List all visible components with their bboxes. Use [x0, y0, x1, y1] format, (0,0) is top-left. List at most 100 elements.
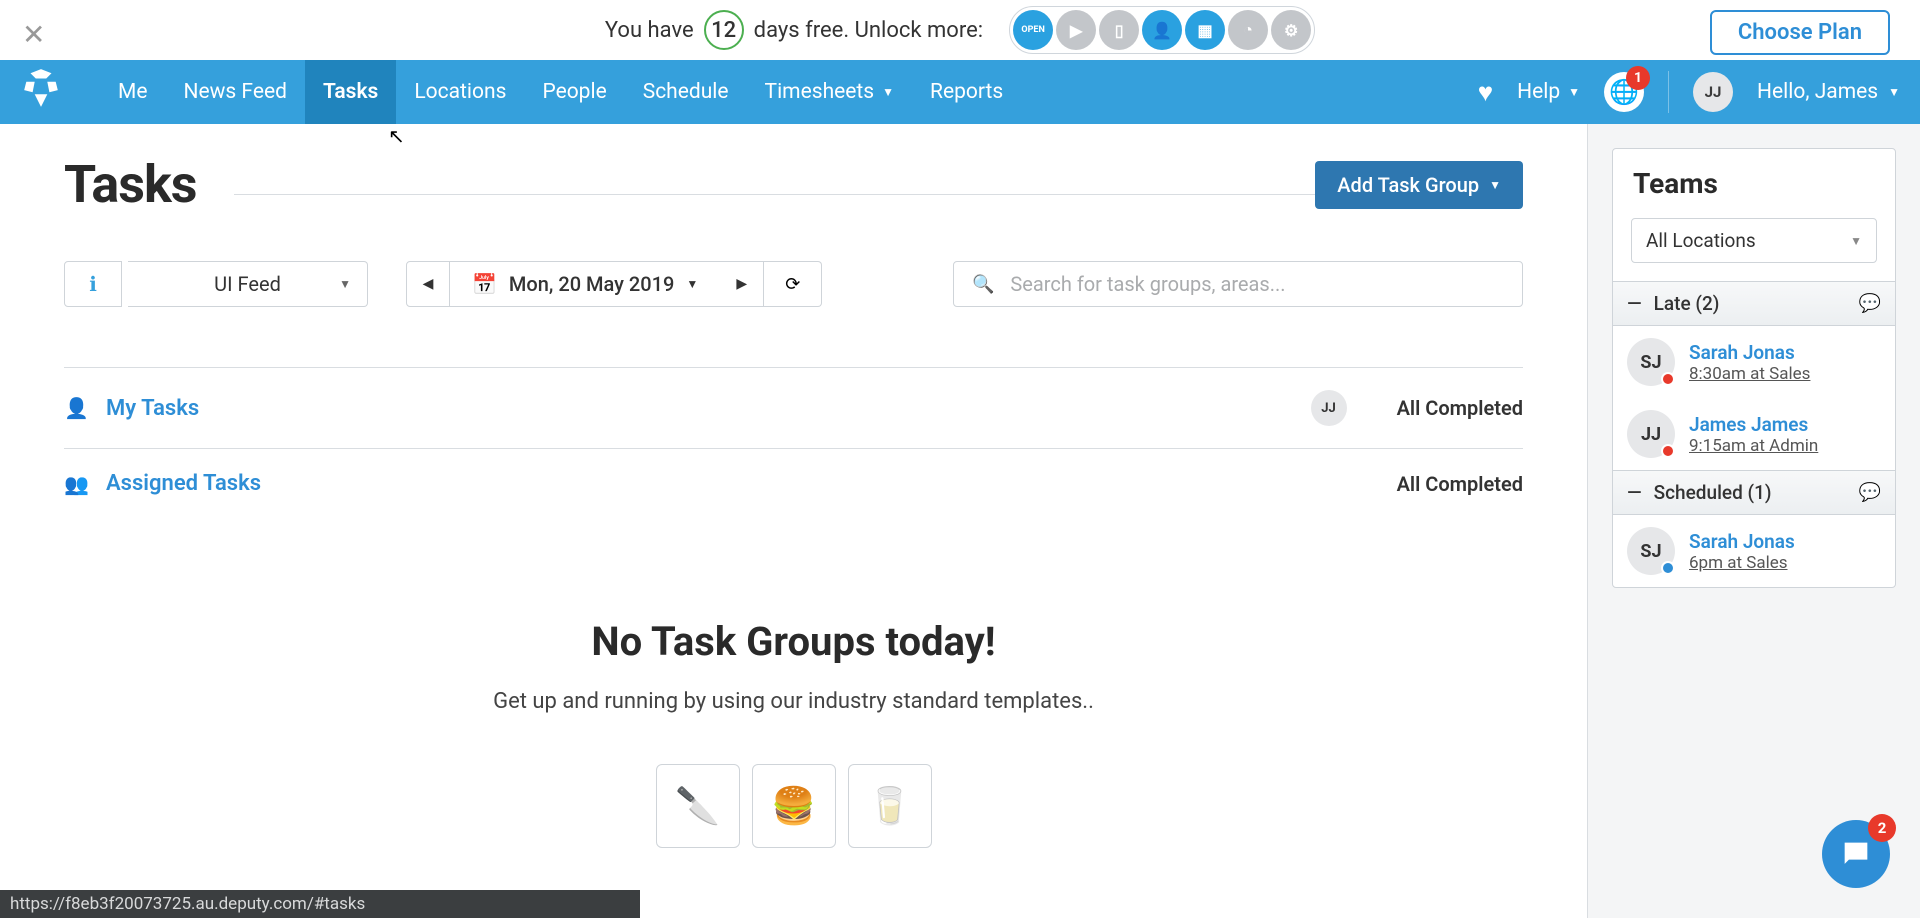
- search-input[interactable]: [1010, 272, 1504, 296]
- nav-news-feed[interactable]: News Feed: [165, 60, 304, 124]
- add-task-group-button[interactable]: Add Task Group▼: [1315, 161, 1523, 209]
- empty-subtitle: Get up and running by using our industry…: [64, 689, 1523, 714]
- template-card[interactable]: 🔪: [656, 764, 740, 848]
- teams-title: Teams: [1613, 149, 1895, 210]
- person-name: Sarah Jonas: [1689, 341, 1810, 364]
- nav-timesheets[interactable]: Timesheets▼: [747, 60, 912, 124]
- template-card[interactable]: 🍔: [752, 764, 836, 848]
- kiosk-icon[interactable]: ▯: [1099, 10, 1139, 50]
- chevron-down-icon: ▼: [1489, 178, 1501, 192]
- browser-status-bar: https://f8eb3f20073725.au.deputy.com/#ta…: [0, 890, 640, 918]
- heart-icon[interactable]: ♥: [1478, 77, 1493, 108]
- status-dot-icon: [1661, 444, 1675, 458]
- page-header: Tasks Add Task Group▼: [64, 154, 1523, 215]
- chevron-down-icon: ▼: [1850, 234, 1862, 248]
- info-icon[interactable]: ℹ: [64, 261, 122, 307]
- nav-right: ♥ Help▼ 🌐 1 JJ Hello, James▼: [1478, 71, 1900, 113]
- nav-items: Me News Feed Tasks Locations People Sche…: [100, 60, 1021, 124]
- help-link[interactable]: Help▼: [1517, 80, 1580, 104]
- main-content: Tasks Add Task Group▼ ℹ UI Feed▼ ◀ 📅 Mon…: [0, 124, 1588, 918]
- task-section-name: Assigned Tasks: [106, 471, 261, 496]
- intercom-button[interactable]: 2: [1822, 820, 1890, 888]
- chevron-down-icon: ▼: [1888, 85, 1900, 99]
- template-cards: 🔪 🍔 🥛: [64, 764, 1523, 848]
- chevron-down-icon: ▼: [686, 277, 698, 291]
- task-section-status: All Completed: [1397, 396, 1523, 420]
- nav-locations[interactable]: Locations: [396, 60, 524, 124]
- gauge-icon[interactable]: ◔: [1228, 10, 1268, 50]
- camera-icon[interactable]: ▶: [1056, 10, 1096, 50]
- close-icon[interactable]: ✕: [22, 18, 45, 51]
- person-schedule[interactable]: 6pm at Sales: [1689, 553, 1795, 573]
- avatar: JJ: [1627, 410, 1675, 458]
- prev-day-button[interactable]: ◀: [406, 261, 450, 307]
- group-scheduled-header[interactable]: — Scheduled (1) 💬: [1613, 470, 1895, 515]
- chat-icon[interactable]: 💬: [1859, 293, 1881, 314]
- divider: [1668, 71, 1669, 113]
- nav-schedule[interactable]: Schedule: [625, 60, 747, 124]
- avatar: SJ: [1627, 527, 1675, 575]
- avatar: SJ: [1627, 338, 1675, 386]
- search-box[interactable]: 🔍: [953, 261, 1523, 307]
- date-picker[interactable]: 📅 Mon, 20 May 2019 ▼: [450, 261, 720, 307]
- intercom-badge: 2: [1868, 814, 1896, 842]
- choose-plan-button[interactable]: Choose Plan: [1710, 10, 1890, 55]
- empty-state: No Task Groups today! Get up and running…: [64, 618, 1523, 848]
- chevron-down-icon: ▼: [1568, 85, 1580, 99]
- nav-reports[interactable]: Reports: [912, 60, 1021, 124]
- user-icon: 👤: [64, 396, 86, 420]
- trial-suffix: days free. Unlock more:: [754, 18, 983, 43]
- team-person[interactable]: JJ James James9:15am at Admin: [1613, 398, 1895, 470]
- chevron-down-icon: ▼: [339, 277, 351, 291]
- nav-tasks[interactable]: Tasks: [305, 60, 396, 124]
- users-icon: 👥: [64, 472, 86, 496]
- empty-title: No Task Groups today!: [64, 618, 1523, 665]
- body: Tasks Add Task Group▼ ℹ UI Feed▼ ◀ 📅 Mon…: [0, 124, 1920, 918]
- avatar[interactable]: JJ: [1693, 72, 1733, 112]
- chat-icon[interactable]: 💬: [1859, 482, 1881, 503]
- collapse-icon: —: [1627, 481, 1642, 504]
- feed-dropdown[interactable]: UI Feed▼: [128, 261, 368, 307]
- chevron-down-icon: ▼: [882, 85, 894, 99]
- notification-badge: 1: [1626, 66, 1650, 90]
- user-menu[interactable]: Hello, James▼: [1757, 80, 1900, 104]
- notifications-button[interactable]: 🌐 1: [1604, 72, 1644, 112]
- group-late-header[interactable]: — Late (2) 💬: [1613, 281, 1895, 326]
- team-person[interactable]: SJ Sarah Jonas8:30am at Sales: [1613, 326, 1895, 398]
- status-dot-icon: [1661, 561, 1675, 575]
- trial-prefix: You have: [605, 18, 694, 43]
- trial-text: You have 12 days free. Unlock more: OPEN…: [605, 6, 1315, 54]
- person-name: Sarah Jonas: [1689, 530, 1795, 553]
- trial-days-badge: 12: [704, 10, 744, 50]
- open-badge-icon[interactable]: OPEN: [1013, 10, 1053, 50]
- template-card[interactable]: 🥛: [848, 764, 932, 848]
- location-select[interactable]: All Locations ▼: [1631, 218, 1877, 263]
- topnav: Me News Feed Tasks Locations People Sche…: [0, 60, 1920, 124]
- deputy-logo-icon[interactable]: [20, 67, 70, 117]
- toolbar: ℹ UI Feed▼ ◀ 📅 Mon, 20 May 2019 ▼ ▶ ⟳ 🔍: [64, 261, 1523, 307]
- page-title: Tasks: [64, 154, 196, 215]
- status-dot-icon: [1661, 372, 1675, 386]
- task-section-my-tasks[interactable]: 👤 My Tasks JJ All Completed: [64, 367, 1523, 448]
- person-schedule[interactable]: 9:15am at Admin: [1689, 436, 1818, 456]
- next-day-button[interactable]: ▶: [720, 261, 764, 307]
- trial-bar: ✕ You have 12 days free. Unlock more: OP…: [0, 0, 1920, 60]
- sidebar: Teams All Locations ▼ — Late (2) 💬 SJ Sa…: [1588, 124, 1920, 918]
- search-icon: 🔍: [972, 274, 994, 295]
- settings-box-icon[interactable]: ⚙: [1271, 10, 1311, 50]
- person-icon[interactable]: 👤: [1142, 10, 1182, 50]
- calendar-icon[interactable]: ▦: [1185, 10, 1225, 50]
- date-nav: ◀ 📅 Mon, 20 May 2019 ▼ ▶ ⟳: [406, 261, 822, 307]
- team-person[interactable]: SJ Sarah Jonas6pm at Sales: [1613, 515, 1895, 587]
- person-name: James James: [1689, 413, 1818, 436]
- collapse-icon: —: [1627, 292, 1642, 315]
- person-schedule[interactable]: 8:30am at Sales: [1689, 364, 1810, 384]
- refresh-button[interactable]: ⟳: [764, 261, 822, 307]
- avatar: JJ: [1311, 390, 1347, 426]
- calendar-icon: 📅: [472, 272, 497, 296]
- nav-me[interactable]: Me: [100, 60, 165, 124]
- task-section-assigned[interactable]: 👥 Assigned Tasks All Completed: [64, 448, 1523, 518]
- task-section-name: My Tasks: [106, 396, 199, 421]
- nav-people[interactable]: People: [524, 60, 624, 124]
- trial-feature-icons: OPEN ▶ ▯ 👤 ▦ ◔ ⚙: [1009, 6, 1315, 54]
